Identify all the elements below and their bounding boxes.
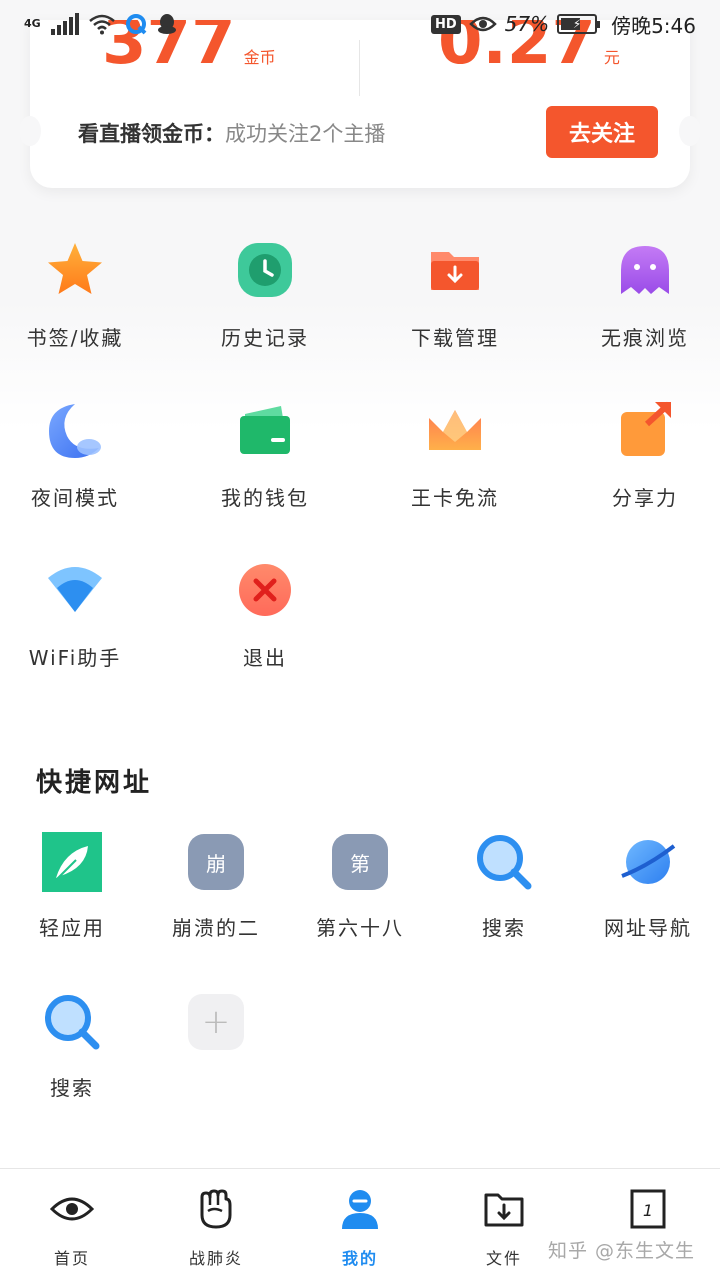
clock-time: 傍晚5:46 xyxy=(611,13,696,38)
download-folder-icon xyxy=(431,252,479,290)
quick-link-label: 搜索 xyxy=(50,1076,94,1100)
task-label: 看直播领金币： xyxy=(78,122,225,146)
quick-link-label: 网址导航 xyxy=(604,916,692,940)
feature-night-mode[interactable]: 夜间模式 xyxy=(0,400,150,560)
quick-link-search[interactable]: 搜索 xyxy=(432,832,576,992)
user-icon xyxy=(342,1190,378,1229)
nav-files[interactable]: 文件 xyxy=(432,1169,576,1280)
bottom-nav: 首页 战肺炎 我的 文件 1 xyxy=(0,1168,720,1280)
feature-label: 书签/收藏 xyxy=(26,326,124,350)
planet-icon xyxy=(621,840,676,884)
quick-link-site[interactable]: 崩 崩溃的二 xyxy=(144,832,288,992)
network-type: 4G xyxy=(24,17,41,30)
share-icon xyxy=(621,401,672,456)
eye-icon xyxy=(50,1197,94,1221)
follow-button[interactable]: 去关注 xyxy=(546,106,658,158)
quick-links-grid: 轻应用 崩 崩溃的二 第 第六十八 搜索 网址导航 搜索 + xyxy=(0,832,720,1152)
browser-app-icon xyxy=(125,14,147,35)
search-icon xyxy=(45,995,100,1050)
battery-icon: ⚡ xyxy=(557,14,601,34)
nav-label: 首页 xyxy=(53,1249,90,1268)
feature-label: 我的钱包 xyxy=(221,486,309,510)
wifi-status-icon xyxy=(88,14,115,35)
nav-fight-pneumonia[interactable]: 战肺炎 xyxy=(144,1169,288,1280)
star-icon xyxy=(48,243,102,294)
feature-label: 退出 xyxy=(243,646,287,670)
feature-label: 分享力 xyxy=(612,486,678,510)
feature-incognito[interactable]: 无痕浏览 xyxy=(570,240,720,400)
nav-home[interactable]: 首页 xyxy=(0,1169,144,1280)
feature-wallet[interactable]: 我的钱包 xyxy=(190,400,340,560)
feature-exit[interactable]: 退出 xyxy=(190,560,340,720)
signal-icon xyxy=(50,13,79,35)
quick-link-search[interactable]: 搜索 xyxy=(0,992,144,1152)
close-icon xyxy=(239,564,291,616)
feature-downloads[interactable]: 下载管理 xyxy=(380,240,530,400)
quick-link-label: 搜索 xyxy=(482,916,526,940)
eye-care-icon xyxy=(468,16,497,32)
quick-link-light-app[interactable]: 轻应用 xyxy=(0,832,144,992)
wallet-icon xyxy=(240,406,290,454)
feature-label: 无痕浏览 xyxy=(601,326,689,350)
wifi-icon xyxy=(48,567,102,612)
nav-label: 文件 xyxy=(485,1249,522,1268)
fist-icon xyxy=(200,1189,232,1229)
feature-label: 夜间模式 xyxy=(31,486,119,510)
task-description: 成功关注2个主播 xyxy=(225,122,386,146)
nav-label: 我的 xyxy=(341,1249,378,1268)
watermark: 知乎 @东生文生 xyxy=(548,1240,696,1262)
tab-count-icon: 1 xyxy=(630,1189,666,1229)
clock-icon xyxy=(238,243,292,297)
add-quick-link-button[interactable]: + xyxy=(144,992,288,1152)
search-icon xyxy=(477,835,532,890)
letter-icon: 崩 xyxy=(188,834,244,890)
quick-link-site[interactable]: 第 第六十八 xyxy=(288,832,432,992)
nav-mine[interactable]: 我的 xyxy=(288,1169,432,1280)
feature-label: 王卡免流 xyxy=(411,486,499,510)
letter-icon: 第 xyxy=(332,834,388,890)
nav-label: 战肺炎 xyxy=(188,1249,243,1268)
file-download-icon xyxy=(484,1193,524,1227)
quick-links-title: 快捷网址 xyxy=(36,768,153,798)
feature-label: WiFi助手 xyxy=(28,646,122,670)
quick-link-navigation[interactable]: 网址导航 xyxy=(576,832,720,992)
feather-icon xyxy=(42,832,102,892)
feature-grid: 书签/收藏 历史记录 下载管理 无痕浏览 夜间模式 我的钱包 王卡免流 分享力 … xyxy=(0,240,720,720)
feature-history[interactable]: 历史记录 xyxy=(190,240,340,400)
feature-share[interactable]: 分享力 xyxy=(570,400,720,560)
feature-label: 历史记录 xyxy=(221,326,309,350)
quick-link-label: 轻应用 xyxy=(39,916,105,940)
feature-bookmarks[interactable]: 书签/收藏 xyxy=(0,240,150,400)
feature-wifi-helper[interactable]: WiFi助手 xyxy=(0,560,150,720)
tab-count: 1 xyxy=(643,1201,653,1220)
feature-label: 下载管理 xyxy=(411,326,499,350)
ghost-icon xyxy=(621,246,669,294)
quick-link-label: 第六十八 xyxy=(316,916,404,940)
feature-king-card[interactable]: 王卡免流 xyxy=(380,400,530,560)
status-bar: 4G HD 57% ⚡ 傍晚5:46 xyxy=(0,0,720,48)
hd-badge: HD xyxy=(430,14,461,34)
plus-icon: + xyxy=(188,994,244,1050)
live-task: 看直播领金币： 成功关注2个主播 xyxy=(78,118,385,148)
crown-icon xyxy=(429,410,481,450)
moon-icon xyxy=(49,404,101,458)
battery-percent: 57% xyxy=(504,12,550,36)
quick-link-label: 崩溃的二 xyxy=(172,916,260,940)
qq-icon xyxy=(157,14,176,34)
nav-tabs[interactable]: 1 xyxy=(576,1169,720,1280)
